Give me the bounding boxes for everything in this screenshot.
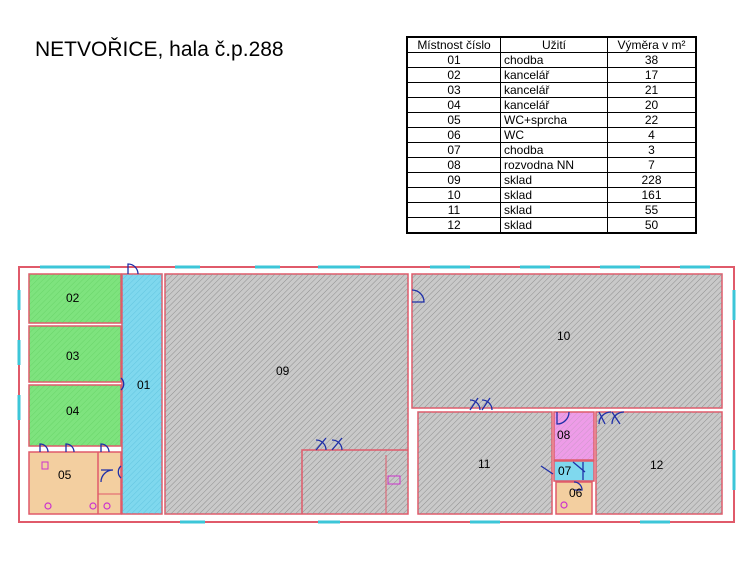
room-01 bbox=[121, 273, 163, 515]
room-label-04: 04 bbox=[66, 404, 80, 418]
room-label-12: 12 bbox=[650, 458, 664, 472]
room-label-10: 10 bbox=[557, 329, 571, 343]
room-09 bbox=[164, 273, 409, 515]
room-label-08: 08 bbox=[557, 428, 571, 442]
floor-plan: 02 03 04 01 05 09 10 11 08 07 06 12 bbox=[17, 263, 736, 524]
room-label-03: 03 bbox=[66, 349, 80, 363]
room-label-01: 01 bbox=[137, 378, 151, 392]
room-label-06: 06 bbox=[569, 486, 583, 500]
room-05 bbox=[28, 451, 122, 515]
room-label-02: 02 bbox=[66, 291, 80, 305]
room-label-05: 05 bbox=[58, 468, 72, 482]
room-label-09: 09 bbox=[276, 364, 290, 378]
room-label-07: 07 bbox=[558, 464, 572, 478]
room-label-11: 11 bbox=[478, 457, 491, 471]
